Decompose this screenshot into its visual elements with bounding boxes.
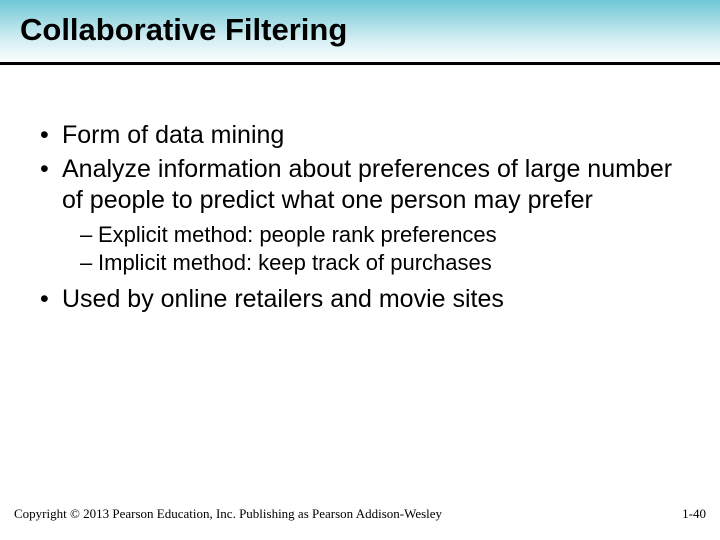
slide-body: Form of data mining Analyze information … bbox=[0, 72, 720, 315]
bullet-item: Analyze information about preferences of… bbox=[36, 154, 684, 278]
title-underline bbox=[0, 62, 720, 65]
page-number: 1-40 bbox=[682, 506, 706, 522]
bullet-list: Form of data mining Analyze information … bbox=[36, 120, 684, 315]
sub-bullet-item: Explicit method: people rank preferences bbox=[80, 221, 684, 250]
bullet-item: Used by online retailers and movie sites bbox=[36, 284, 684, 316]
slide-title: Collaborative Filtering bbox=[20, 12, 347, 48]
sub-bullet-list: Explicit method: people rank preferences… bbox=[62, 221, 684, 278]
bullet-item: Form of data mining bbox=[36, 120, 684, 152]
sub-bullet-item: Implicit method: keep track of purchases bbox=[80, 249, 684, 278]
title-band: Collaborative Filtering bbox=[0, 0, 720, 72]
bullet-text: Analyze information about preferences of… bbox=[62, 155, 672, 215]
copyright-text: Copyright © 2013 Pearson Education, Inc.… bbox=[14, 506, 442, 522]
